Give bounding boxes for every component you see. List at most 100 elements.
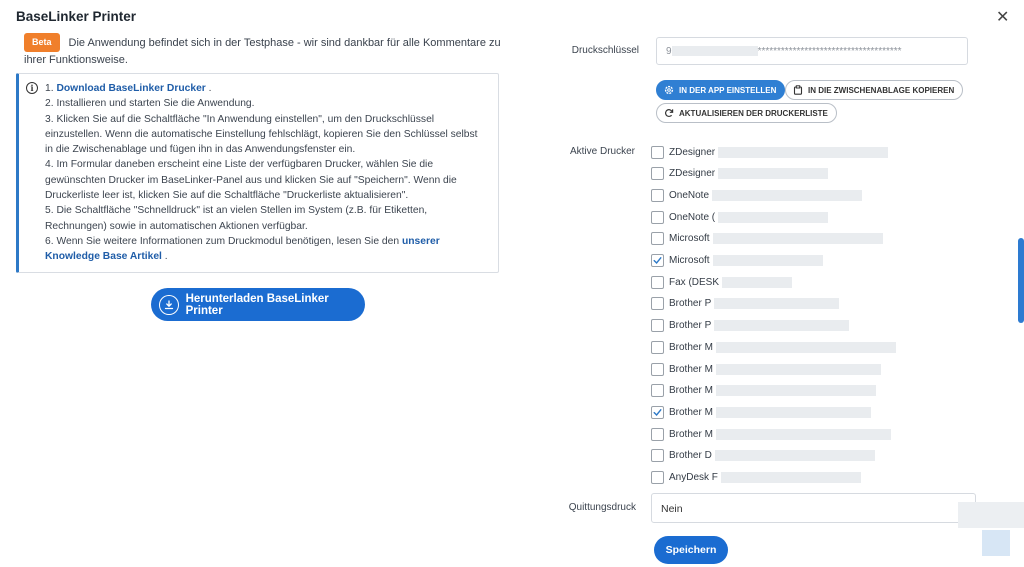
printer-name: OneNote (669, 189, 710, 201)
printer-name: Brother M (669, 363, 713, 375)
checkbox[interactable] (651, 275, 664, 289)
checkbox[interactable] (651, 362, 664, 376)
beta-text: Die Anwendung befindet sich in der Testp… (24, 37, 501, 66)
printer-item[interactable]: Microsoft (651, 230, 883, 248)
printer-item[interactable]: ZDesigner (651, 143, 889, 161)
printer-name: Brother M (669, 428, 713, 440)
checkbox[interactable] (651, 340, 664, 354)
gear-icon (664, 85, 674, 95)
printer-name: Brother P (669, 298, 712, 310)
printer-name: Fax (DESK (669, 276, 720, 288)
instruction-step-5: 5. Die Schaltfläche "Schnelldruck" ist a… (45, 205, 428, 232)
printer-item[interactable]: Brother M (651, 425, 891, 443)
checkbox[interactable] (651, 167, 664, 181)
redacted-printer-name (715, 363, 881, 375)
download-printer-button[interactable]: Herunterladen BaseLinker Printer (151, 288, 365, 321)
redacted-printer-name (712, 189, 863, 201)
printer-name: Brother M (669, 341, 713, 353)
download-link[interactable]: Download BaseLinker Drucker (56, 83, 205, 94)
printer-item[interactable]: Microsoft (651, 252, 823, 270)
printer-name: Microsoft (669, 233, 710, 245)
printer-item[interactable]: Brother M (651, 382, 876, 400)
redacted-printer-name (718, 168, 829, 180)
redacted-printer-name (715, 428, 891, 440)
instruction-step-2: 2. Installieren und starten Sie die Anwe… (45, 98, 255, 110)
save-button[interactable]: Speichern (654, 536, 728, 564)
redacted-printer-name (722, 276, 793, 288)
instructions-list: 1. Download BaseLinker Drucker . 2. Inst… (29, 81, 488, 265)
printer-name: AnyDesk F (669, 472, 718, 483)
redacted-area (982, 530, 1010, 556)
modal-title: BaseLinker Printer (16, 9, 137, 24)
printer-name: Microsoft (669, 255, 710, 266)
redacted-key (671, 46, 758, 57)
checkbox[interactable] (651, 188, 664, 202)
printer-item[interactable]: OneNote ( (651, 208, 829, 226)
checkbox[interactable] (651, 427, 664, 441)
printer-item[interactable]: Brother M (651, 360, 881, 378)
printer-item[interactable]: Brother M (651, 338, 896, 356)
printer-name: OneNote ( (669, 211, 716, 223)
printer-item[interactable]: Brother P (651, 317, 850, 335)
redacted-printer-name (714, 450, 875, 462)
redacted-printer-name (714, 298, 840, 310)
printer-name: Brother M (669, 406, 713, 418)
instruction-step-4: 4. Im Formular daneben erscheint eine Li… (45, 159, 457, 202)
redacted-printer-name (720, 472, 861, 483)
redacted-printer-name (715, 341, 896, 353)
checkbox-checked[interactable] (651, 405, 664, 419)
instruction-step-1: 1. Download BaseLinker Drucker . (45, 83, 212, 94)
checkbox[interactable] (651, 319, 664, 333)
download-printer-label: Herunterladen BaseLinker Printer (185, 292, 329, 317)
copy-clipboard-button[interactable]: IN DIE ZWISCHENABLAGE KOPIEREN (785, 80, 964, 100)
checkbox[interactable] (651, 297, 664, 311)
instruction-step-6: 6. Wenn Sie weitere Informationen zum Dr… (45, 235, 440, 263)
redacted-printer-name (712, 255, 823, 266)
set-in-app-button[interactable]: IN DER APP EINSTELLEN (656, 80, 786, 100)
printer-item[interactable]: Brother P (651, 295, 840, 313)
print-key-field[interactable]: 9 ************************************* (656, 37, 968, 65)
printer-name: Brother D (669, 450, 712, 462)
instruction-step-3: 3. Klicken Sie auf die Schaltfläche "In … (45, 113, 478, 156)
print-key-label: Druckschlüssel (571, 45, 639, 56)
info-icon: i (26, 82, 38, 94)
redacted-printer-name (715, 406, 871, 418)
download-icon (159, 294, 179, 315)
checkbox[interactable] (651, 145, 664, 159)
checkbox[interactable] (651, 384, 664, 398)
checkbox[interactable] (651, 449, 664, 463)
printer-name: ZDesigner (669, 168, 716, 180)
check-icon (653, 408, 662, 416)
close-icon[interactable]: ✕ (996, 9, 1009, 27)
printer-item[interactable]: ZDesigner (651, 165, 829, 183)
redacted-printer-name (712, 233, 883, 245)
redacted-printer-name (718, 211, 829, 223)
printer-item[interactable]: Fax (DESK (651, 273, 793, 291)
printer-item[interactable]: Brother D (651, 447, 875, 465)
print-key-masked: ************************************* (757, 46, 902, 57)
scrollbar-thumb[interactable] (1018, 238, 1024, 323)
printer-item[interactable]: AnyDesk F (651, 469, 861, 487)
check-icon (653, 257, 662, 265)
refresh-icon (665, 109, 674, 118)
active-printers-label: Aktive Drucker (569, 146, 635, 157)
redacted-printer-name (715, 385, 876, 397)
redacted-area (958, 502, 1024, 528)
checkbox[interactable] (651, 232, 664, 246)
checkbox[interactable] (651, 210, 664, 224)
beta-notice: Beta Die Anwendung befindet sich in der T… (24, 33, 504, 69)
checkbox[interactable] (651, 471, 664, 484)
printer-item[interactable]: Brother M (651, 403, 871, 421)
refresh-printers-button[interactable]: AKTUALISIEREN DER DRUCKERLISTE (656, 103, 837, 123)
printer-name: ZDesigner (669, 146, 716, 158)
clipboard-icon (793, 85, 803, 95)
instructions-box: i 1. Download BaseLinker Drucker . 2. In… (16, 73, 499, 273)
printer-item[interactable]: OneNote (651, 186, 863, 204)
printer-name: Brother M (669, 385, 713, 397)
printer-name: Brother P (669, 320, 712, 332)
checkbox-checked[interactable] (651, 254, 664, 267)
redacted-printer-name (714, 320, 850, 332)
receipt-print-select[interactable]: Nein (651, 493, 976, 523)
redacted-printer-name (718, 146, 889, 158)
beta-badge: Beta (24, 33, 60, 52)
